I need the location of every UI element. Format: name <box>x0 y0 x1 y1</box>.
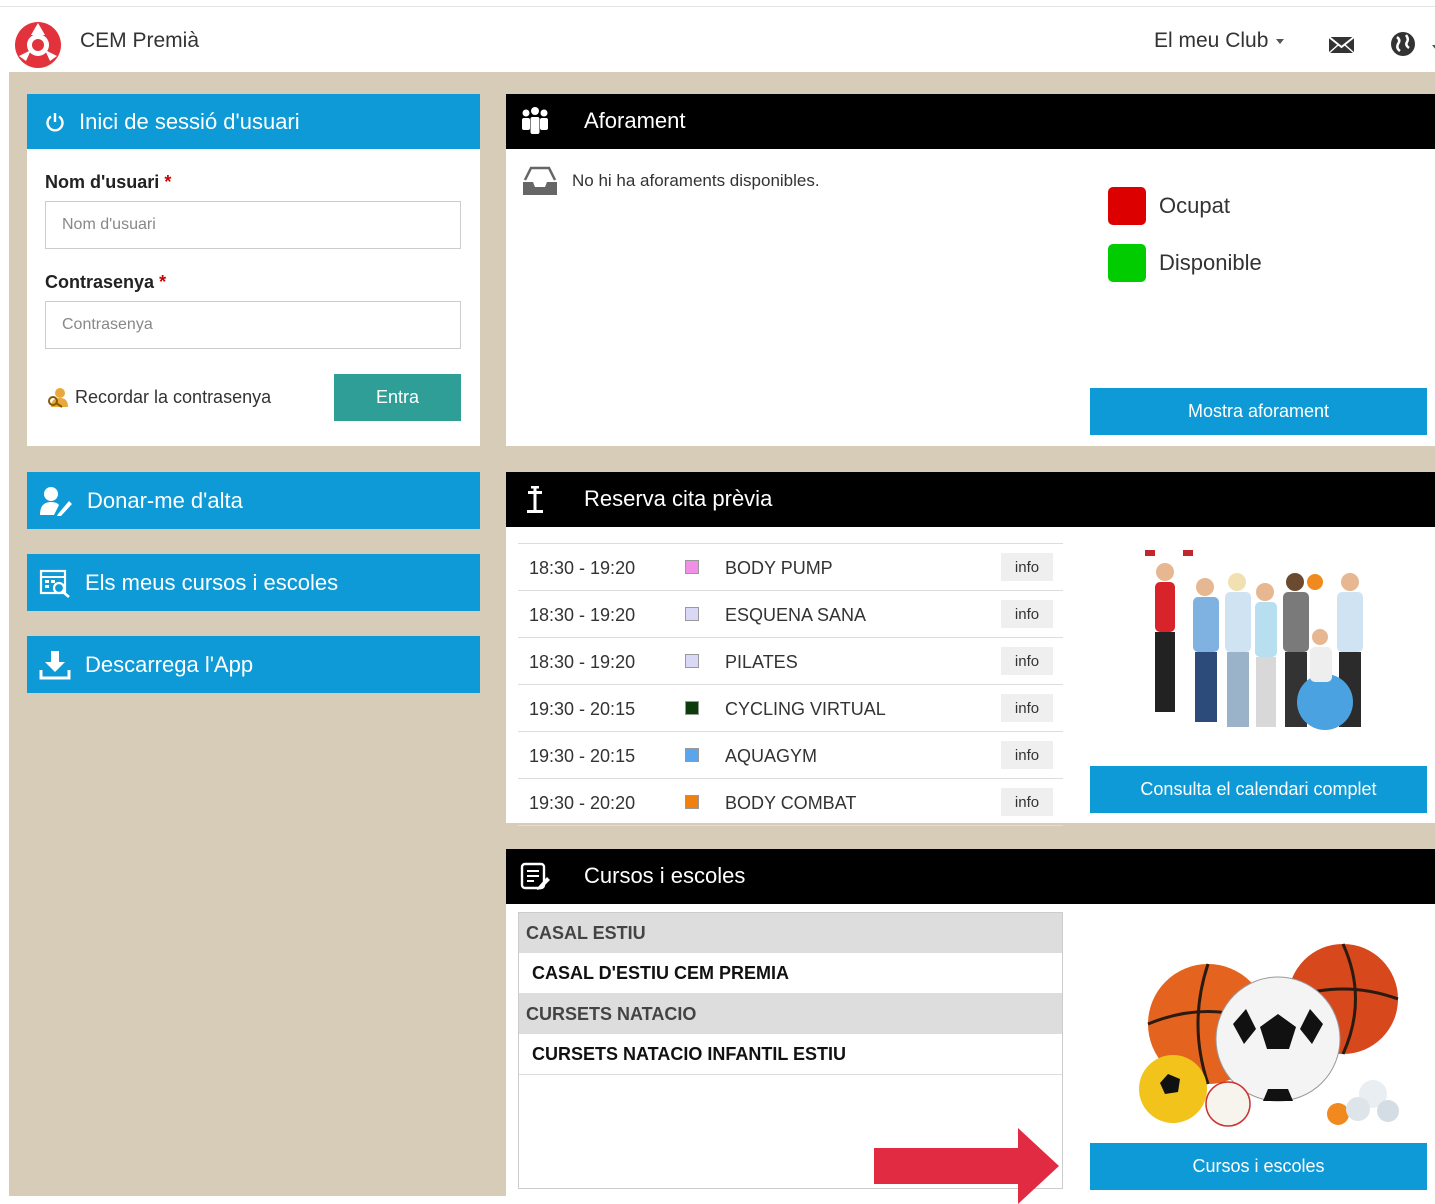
class-name: CYCLING VIRTUAL <box>725 699 886 719</box>
weight-machine-icon <box>527 486 543 513</box>
legend-busy-label: Ocupat <box>1159 193 1230 218</box>
capacity-empty-message: No hi ha aforaments disponibles. <box>522 166 820 196</box>
password-label-text: Contrasenya <box>45 272 155 292</box>
class-time: 19:30 - 20:15 <box>529 746 636 766</box>
class-time: 19:30 - 20:20 <box>529 793 636 813</box>
legend-free-label: Disponible <box>1159 250 1262 275</box>
class-name: BODY COMBAT <box>725 793 857 813</box>
power-icon <box>46 112 64 131</box>
download-app-label: Descarrega l'App <box>85 651 254 677</box>
course-category: CURSETS NATACIO <box>519 994 1062 1034</box>
booking-title: Reserva cita prèvia <box>584 486 773 511</box>
legend-busy: Ocupat <box>1108 187 1230 225</box>
signup-button[interactable]: Donar-me d'alta <box>27 472 480 529</box>
class-name: PILATES <box>725 652 798 672</box>
capacity-panel: Aforament No hi ha aforaments disponible… <box>506 94 1435 446</box>
class-name: ESQUENA SANA <box>725 605 867 625</box>
full-calendar-button[interactable]: Consulta el calendari complet <box>1090 766 1427 813</box>
top-navbar: CEM Premià El meu Club <box>0 6 1435 72</box>
course-category: CASAL ESTIU <box>519 913 1062 953</box>
busy-swatch <box>1108 187 1146 225</box>
courses-title: Cursos i escoles <box>584 863 746 888</box>
user-edit-icon <box>40 486 72 516</box>
booking-panel: Reserva cita prèvia 18:30 - 19:20 BODY PU… <box>506 472 1435 826</box>
class-row: 18:30 - 19:20 PILATES info <box>518 638 1063 685</box>
remember-password-link[interactable]: Recordar la contrasenya <box>47 386 271 408</box>
download-icon <box>39 650 71 679</box>
class-row: 19:30 - 20:15 CYCLING VIRTUAL info <box>518 685 1063 732</box>
remember-password-text: Recordar la contrasenya <box>75 386 272 407</box>
class-info-button[interactable]: info <box>1001 694 1053 722</box>
course-item[interactable]: CASAL D'ESTIU CEM PREMIA <box>519 953 1062 994</box>
password-label: Contrasenya * <box>45 272 166 293</box>
capacity-header: Aforament <box>506 94 1435 149</box>
show-capacity-button[interactable]: Mostra aforament <box>1090 388 1427 435</box>
arrow-right-icon <box>874 1128 1059 1204</box>
login-title: Inici de sessió d'usuari <box>79 108 300 134</box>
inbox-icon <box>523 166 557 195</box>
class-time: 18:30 - 19:20 <box>529 605 636 625</box>
class-time: 18:30 - 19:20 <box>529 558 636 578</box>
class-color-swatch <box>685 748 699 762</box>
class-info-button[interactable]: info <box>1001 553 1053 581</box>
class-name: BODY PUMP <box>725 558 833 578</box>
username-label-text: Nom d'usuari <box>45 172 160 192</box>
class-info-button[interactable]: info <box>1001 647 1053 675</box>
brand-name[interactable]: CEM Premià <box>80 29 199 53</box>
envelope-icon[interactable] <box>1328 35 1355 55</box>
calendar-search-icon <box>39 569 70 598</box>
login-submit-button[interactable]: Entra <box>334 374 461 421</box>
required-mark: * <box>159 272 167 292</box>
username-label: Nom d'usuari * <box>45 172 171 193</box>
login-panel: Inici de sessió d'usuari Nom d'usuari * … <box>27 94 480 446</box>
class-row: 18:30 - 19:20 ESQUENA SANA info <box>518 591 1063 638</box>
class-color-swatch <box>685 701 699 715</box>
booking-header: Reserva cita prèvia <box>506 472 1435 527</box>
required-mark: * <box>164 172 172 192</box>
class-time: 19:30 - 20:15 <box>529 699 636 719</box>
courses-header: Cursos i escoles <box>506 849 1435 904</box>
legend-free: Disponible <box>1108 244 1262 282</box>
club-logo-icon[interactable] <box>14 21 62 69</box>
list-edit-icon <box>520 862 550 890</box>
class-time: 18:30 - 19:20 <box>529 652 636 672</box>
class-color-swatch <box>685 654 699 668</box>
class-color-swatch <box>685 607 699 621</box>
my-courses-label: Els meus cursos i escoles <box>85 569 339 595</box>
key-user-icon <box>48 388 68 408</box>
class-row: 19:30 - 20:20 BODY COMBAT info <box>518 779 1063 826</box>
sports-balls-image <box>1139 943 1399 1127</box>
class-row: 18:30 - 19:20 BODY PUMP info <box>518 544 1063 591</box>
my-courses-button[interactable]: Els meus cursos i escoles <box>27 554 480 611</box>
signup-label: Donar-me d'alta <box>87 487 243 513</box>
people-group-icon <box>522 107 548 134</box>
class-color-swatch <box>685 560 699 574</box>
capacity-title: Aforament <box>584 108 686 133</box>
club-menu-label: El meu Club <box>1154 29 1269 52</box>
course-item[interactable]: CURSETS NATACIO INFANTIL ESTIU <box>519 1034 1062 1075</box>
capacity-empty-text: No hi ha aforaments disponibles. <box>572 171 820 190</box>
fitness-group-image <box>1145 550 1363 730</box>
download-app-button[interactable]: Descarrega l'App <box>27 636 480 693</box>
club-menu-dropdown[interactable]: El meu Club <box>1154 29 1285 53</box>
username-input[interactable] <box>45 201 461 249</box>
class-color-swatch <box>685 795 699 809</box>
free-swatch <box>1108 244 1146 282</box>
chevron-down-icon <box>1276 38 1285 44</box>
class-info-button[interactable]: info <box>1001 600 1053 628</box>
class-name: AQUAGYM <box>725 746 818 766</box>
login-header: Inici de sessió d'usuari <box>27 94 480 149</box>
globe-icon[interactable] <box>1390 31 1416 57</box>
class-row: 19:30 - 20:15 AQUAGYM info <box>518 732 1063 779</box>
class-info-button[interactable]: info <box>1001 788 1053 816</box>
courses-schools-button[interactable]: Cursos i escoles <box>1090 1143 1427 1190</box>
class-schedule-table: 18:30 - 19:20 BODY PUMP info 18:30 - 19:20 E… <box>518 543 1063 826</box>
class-info-button[interactable]: info <box>1001 741 1053 769</box>
password-input[interactable] <box>45 301 461 349</box>
